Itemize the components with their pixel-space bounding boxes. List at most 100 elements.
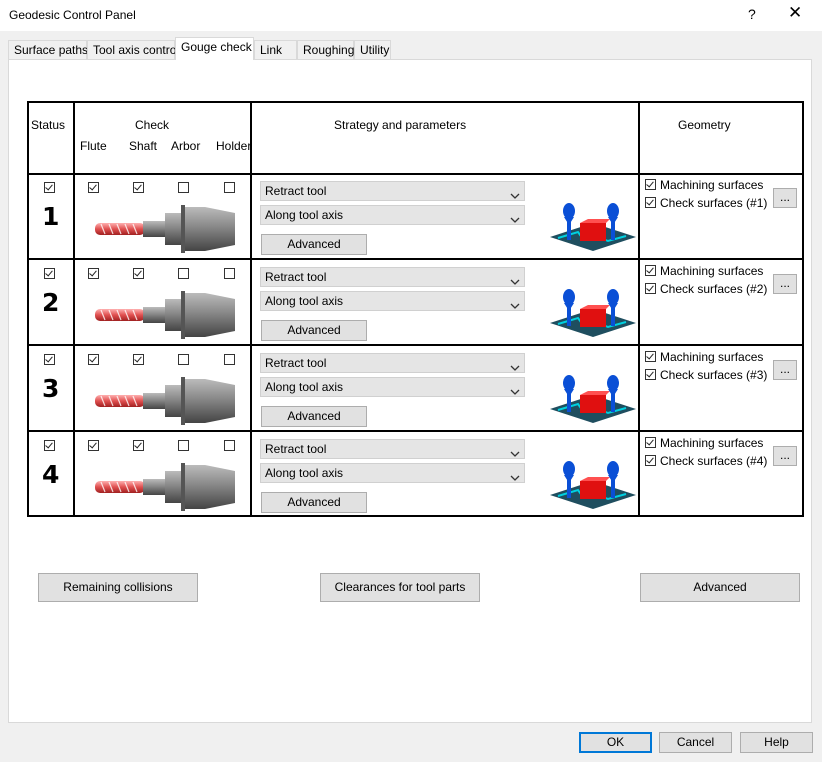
status-checkbox[interactable] [44, 440, 55, 451]
strategy-value: Retract tool [265, 270, 327, 284]
advanced-button[interactable]: Advanced [640, 573, 800, 602]
shaft-checkbox[interactable] [133, 354, 144, 365]
direction-value: Along tool axis [265, 466, 344, 480]
row-number: 3 [42, 374, 60, 403]
tool-icon [95, 461, 240, 516]
strategy-icon [548, 201, 638, 254]
strategy-dropdown[interactable]: Retract tool [260, 267, 525, 287]
strategy-dropdown[interactable]: Retract tool [260, 181, 525, 201]
direction-dropdown[interactable]: Along tool axis [260, 463, 525, 483]
header-check: Check [135, 118, 170, 132]
tab-roughing[interactable]: Roughing [297, 40, 354, 59]
arbor-checkbox[interactable] [178, 440, 189, 451]
holder-checkbox[interactable] [224, 354, 235, 365]
status-checkbox[interactable] [44, 182, 55, 193]
strategy-dropdown[interactable]: Retract tool [260, 353, 525, 373]
check-surfaces-label: Check surfaces (#3) [660, 368, 768, 382]
status-checkbox[interactable] [44, 268, 55, 279]
shaft-checkbox[interactable] [133, 268, 144, 279]
tab-surface-paths[interactable]: Surface paths [8, 40, 88, 59]
flute-checkbox[interactable] [88, 182, 99, 193]
remaining-collisions-button[interactable]: Remaining collisions [38, 573, 198, 602]
machining-surfaces-label: Machining surfaces [660, 264, 764, 278]
strategy-icon [548, 373, 638, 426]
help-button[interactable]: Help [740, 732, 813, 753]
select-surfaces-button[interactable]: ... [773, 360, 797, 380]
arbor-checkbox[interactable] [178, 268, 189, 279]
tab-utility[interactable]: Utility [354, 40, 391, 59]
direction-dropdown[interactable]: Along tool axis [260, 377, 525, 397]
chevron-down-icon [510, 211, 520, 229]
close-button[interactable]: ✕ [788, 3, 802, 23]
direction-value: Along tool axis [265, 380, 344, 394]
flute-checkbox[interactable] [88, 268, 99, 279]
row-number: 1 [42, 202, 60, 231]
select-surfaces-button[interactable]: ... [773, 274, 797, 294]
header-flute: Flute [80, 139, 107, 153]
header-shaft: Shaft [129, 139, 158, 153]
chevron-down-icon [510, 469, 520, 487]
tab-gouge-check[interactable]: Gouge check [175, 37, 254, 60]
holder-checkbox[interactable] [224, 182, 235, 193]
chevron-down-icon [510, 359, 520, 377]
shaft-checkbox[interactable] [133, 182, 144, 193]
machining-surfaces-checkbox[interactable] [645, 351, 656, 362]
chevron-down-icon [510, 383, 520, 401]
direction-value: Along tool axis [265, 294, 344, 308]
check-surfaces-checkbox[interactable] [645, 283, 656, 294]
flute-checkbox[interactable] [88, 440, 99, 451]
check-surfaces-checkbox[interactable] [645, 369, 656, 380]
strategy-icon [548, 459, 638, 512]
shaft-checkbox[interactable] [133, 440, 144, 451]
select-surfaces-button[interactable]: ... [773, 446, 797, 466]
strategy-value: Retract tool [265, 356, 327, 370]
strategy-icon [548, 287, 638, 340]
chevron-down-icon [510, 187, 520, 205]
help-title-button[interactable]: ? [748, 6, 756, 22]
check-surfaces-checkbox[interactable] [645, 455, 656, 466]
check-surfaces-label: Check surfaces (#1) [660, 196, 768, 210]
machining-surfaces-checkbox[interactable] [645, 265, 656, 276]
status-checkbox[interactable] [44, 354, 55, 365]
row-number: 2 [42, 288, 60, 317]
machining-surfaces-label: Machining surfaces [660, 178, 764, 192]
tool-icon [95, 289, 240, 344]
window-title: Geodesic Control Panel [9, 8, 136, 22]
tool-icon [95, 375, 240, 430]
row-advanced-button[interactable]: Advanced [261, 492, 367, 513]
check-surfaces-label: Check surfaces (#4) [660, 454, 768, 468]
arbor-checkbox[interactable] [178, 354, 189, 365]
flute-checkbox[interactable] [88, 354, 99, 365]
header-geometry: Geometry [678, 118, 731, 132]
cancel-button[interactable]: Cancel [659, 732, 732, 753]
direction-dropdown[interactable]: Along tool axis [260, 291, 525, 311]
holder-checkbox[interactable] [224, 268, 235, 279]
holder-checkbox[interactable] [224, 440, 235, 451]
machining-surfaces-checkbox[interactable] [645, 437, 656, 448]
machining-surfaces-checkbox[interactable] [645, 179, 656, 190]
direction-dropdown[interactable]: Along tool axis [260, 205, 525, 225]
tool-icon [95, 203, 240, 258]
row-advanced-button[interactable]: Advanced [261, 234, 367, 255]
row-advanced-button[interactable]: Advanced [261, 406, 367, 427]
arbor-checkbox[interactable] [178, 182, 189, 193]
machining-surfaces-label: Machining surfaces [660, 350, 764, 364]
header-strategy: Strategy and parameters [334, 118, 467, 132]
check-surfaces-checkbox[interactable] [645, 197, 656, 208]
tab-link[interactable]: Link [254, 40, 297, 59]
row-advanced-button[interactable]: Advanced [261, 320, 367, 341]
header-holder: Holder [216, 139, 252, 153]
clearances-button[interactable]: Clearances for tool parts [320, 573, 480, 602]
machining-surfaces-label: Machining surfaces [660, 436, 764, 450]
header-status: Status [31, 118, 66, 132]
chevron-down-icon [510, 273, 520, 291]
ok-button[interactable]: OK [579, 732, 652, 753]
check-surfaces-label: Check surfaces (#2) [660, 282, 768, 296]
strategy-value: Retract tool [265, 184, 327, 198]
select-surfaces-button[interactable]: ... [773, 188, 797, 208]
chevron-down-icon [510, 445, 520, 463]
strategy-dropdown[interactable]: Retract tool [260, 439, 525, 459]
header-arbor: Arbor [171, 139, 201, 153]
chevron-down-icon [510, 297, 520, 315]
tab-tool-axis-control[interactable]: Tool axis control [87, 40, 179, 59]
